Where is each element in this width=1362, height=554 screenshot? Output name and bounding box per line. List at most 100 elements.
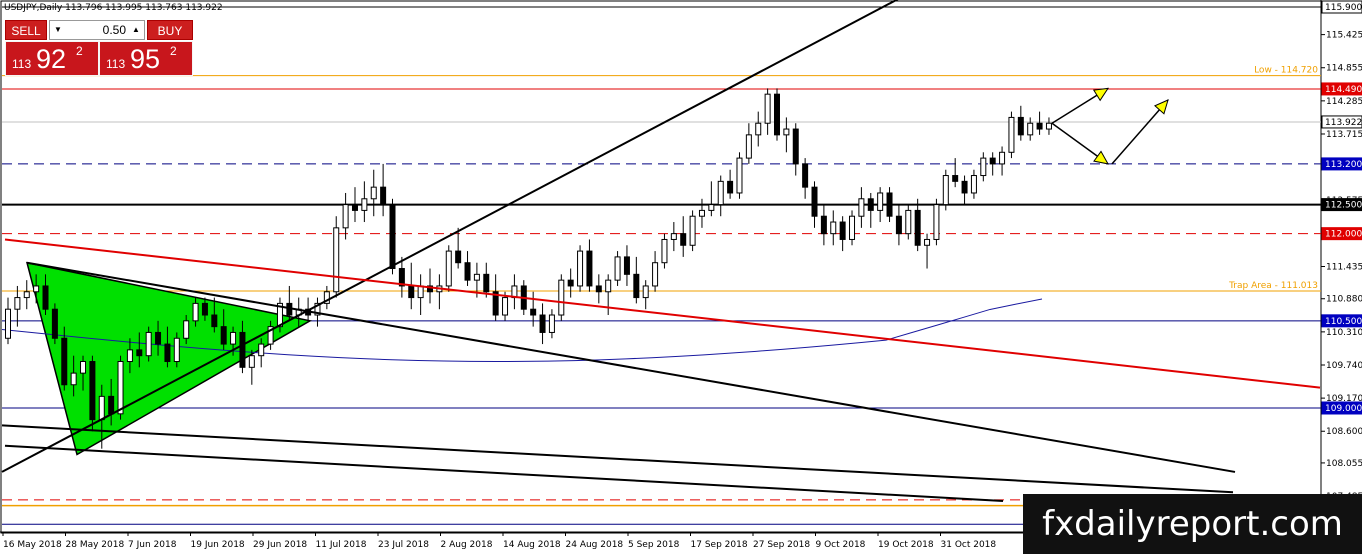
candle-body — [680, 233, 687, 246]
x-tick-label: 23 Jul 2018 — [378, 540, 429, 550]
candle-body — [155, 331, 162, 345]
candle[interactable] — [558, 274, 565, 321]
candle[interactable] — [389, 198, 396, 275]
y-tick-label: 115.425 — [1326, 31, 1362, 41]
candle-body — [530, 308, 537, 316]
candle-body — [820, 215, 827, 235]
level-label: Trap Area - 111.013 — [1228, 281, 1318, 291]
price-chart[interactable]: 115.900115.425114.855114.285113.715113.1… — [0, 0, 1362, 554]
price-level-tag-label: 113.922 — [1325, 118, 1362, 128]
x-tick-label: 24 Aug 2018 — [566, 540, 624, 550]
candle-body — [942, 175, 949, 206]
candle[interactable] — [333, 216, 340, 298]
candle-body — [642, 285, 649, 299]
buy-button[interactable]: BUY — [147, 20, 193, 40]
candle[interactable] — [736, 152, 743, 199]
candle[interactable] — [1008, 111, 1015, 159]
sell-price-box[interactable]: 113 92 2 — [5, 41, 99, 76]
candle[interactable] — [689, 210, 696, 252]
y-tick-label: 114.285 — [1326, 97, 1362, 107]
candle[interactable] — [577, 245, 584, 292]
y-tick-label: 113.715 — [1326, 130, 1362, 140]
candle-body — [970, 175, 977, 194]
candle-body — [802, 163, 809, 188]
candle-body — [145, 331, 152, 357]
candle-body — [1027, 122, 1034, 136]
buy-price-box[interactable]: 113 95 2 — [99, 41, 193, 76]
price-level-tag: 112.500 — [1321, 198, 1362, 212]
y-tick-label: 109.740 — [1326, 361, 1362, 371]
candle-body — [61, 337, 68, 386]
x-tick-label: 11 Jul 2018 — [316, 540, 367, 550]
candle-body — [548, 314, 555, 333]
candle-body — [51, 308, 58, 339]
candle-body — [333, 227, 340, 293]
candle-body — [614, 256, 621, 281]
candle[interactable] — [942, 169, 949, 211]
candle-body — [886, 192, 893, 217]
candle-body — [445, 250, 452, 287]
price-level-tag-label: 112.000 — [1325, 230, 1362, 240]
candle-body — [999, 151, 1006, 165]
candle-body — [539, 314, 546, 333]
candle-body — [773, 93, 780, 136]
candle-body — [5, 308, 11, 339]
candle-body — [708, 204, 715, 211]
candle-body — [1017, 116, 1024, 136]
candle-body — [192, 302, 199, 322]
candle-body — [258, 343, 265, 357]
chart-header: USDJPY,Daily 113.796 113.995 113.763 113… — [4, 3, 223, 13]
candle-body — [670, 233, 677, 240]
triangle-down-icon[interactable]: ▼ — [50, 21, 66, 39]
candle[interactable] — [89, 355, 96, 432]
price-level-tag-label: 109.000 — [1325, 404, 1362, 414]
candle[interactable] — [445, 245, 452, 292]
candle-body — [933, 204, 940, 240]
candle-body — [220, 326, 227, 345]
candle-body — [389, 204, 396, 270]
candle-body — [877, 192, 884, 211]
triangle-up-icon[interactable]: ▲ — [128, 21, 144, 39]
price-level-tag: 113.200 — [1321, 157, 1362, 171]
lot-size-stepper[interactable]: ▼ 0.50 ▲ — [49, 20, 145, 40]
x-tick-label: 9 Oct 2018 — [816, 540, 866, 550]
candle-body — [595, 285, 602, 293]
candle-body — [558, 279, 565, 316]
y-tick-label: 111.435 — [1326, 262, 1362, 272]
x-tick-label: 5 Sep 2018 — [628, 540, 680, 550]
sell-button[interactable]: SELL — [5, 20, 47, 40]
candle-body — [70, 372, 77, 386]
x-tick-label: 29 Jun 2018 — [253, 540, 307, 550]
candle-body — [755, 122, 762, 136]
price-level-tag-label: 113.200 — [1325, 160, 1362, 170]
candle-body — [408, 285, 415, 299]
candle-body — [586, 250, 593, 287]
candle-body — [230, 331, 237, 345]
candle-body — [567, 279, 574, 287]
price-level-tag-label: 112.500 — [1325, 201, 1362, 211]
candle-body — [914, 209, 921, 246]
candle[interactable] — [51, 303, 58, 345]
candle-body — [605, 279, 612, 293]
candle-body — [792, 128, 799, 165]
candle-body — [905, 209, 912, 235]
candle-body — [661, 238, 668, 264]
candle[interactable] — [773, 88, 780, 141]
candle-body — [745, 134, 752, 159]
price-level-tag: 114.490 — [1321, 82, 1362, 96]
x-tick-label: 14 Aug 2018 — [503, 540, 561, 550]
x-tick-label: 2 Aug 2018 — [441, 540, 493, 550]
candle-body — [33, 285, 40, 293]
y-tick-label: 108.055 — [1326, 459, 1362, 469]
candle[interactable] — [933, 198, 940, 246]
x-tick-label: 19 Oct 2018 — [878, 540, 934, 550]
buy-price-main: 95 — [130, 44, 161, 74]
candle-body — [830, 221, 837, 235]
candle-body — [698, 209, 705, 217]
candle-body — [623, 256, 630, 275]
candle-body — [1045, 122, 1052, 130]
y-tick-label: 110.310 — [1326, 328, 1362, 338]
candle-body — [108, 395, 115, 415]
candle-body — [811, 186, 818, 217]
lot-size-input[interactable]: 0.50 — [68, 21, 126, 39]
